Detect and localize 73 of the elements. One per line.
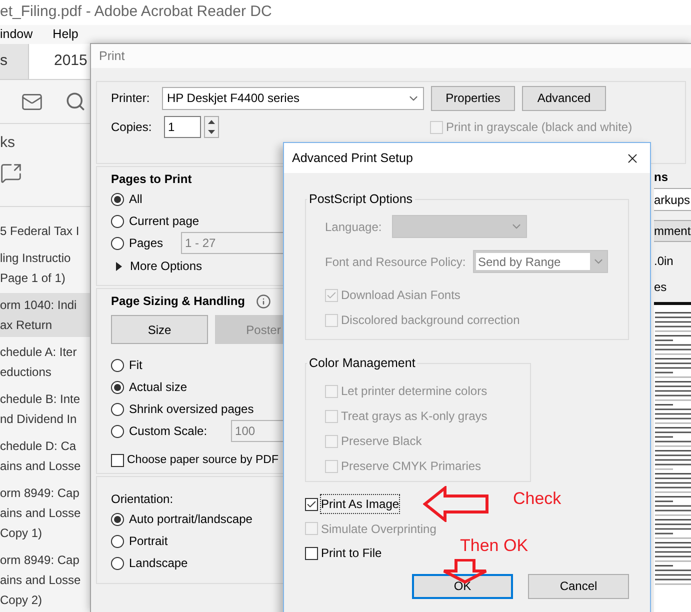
comments-button[interactable]: mment (654, 220, 691, 242)
paper-size-text: .0in (654, 253, 674, 270)
search-icon[interactable] (65, 91, 86, 112)
menu-item[interactable]: indow (0, 25, 33, 44)
radio-button[interactable] (111, 534, 124, 548)
check-icon (306, 498, 317, 510)
group-heading: Color Management (308, 355, 416, 372)
mode-button[interactable]: Size (111, 315, 208, 344)
panel-title: ks (0, 132, 15, 153)
section-heading: Pages to Print (111, 171, 192, 188)
bookmark-item[interactable]: ling Instructio Page 1 of 1) (0, 246, 90, 290)
bookmark-item[interactable]: chedule A: Iter eductions (0, 340, 90, 384)
bookmark-item[interactable]: orm 8949: Cap ains and Losse Copy 1) (0, 481, 90, 546)
bookmark-item[interactable]: 5 Federal Tax I (0, 219, 90, 244)
option-label[interactable]: Choose paper source by PDF (127, 452, 278, 470)
radio-button[interactable] (111, 512, 124, 526)
copies-label: Copies: (111, 119, 153, 136)
option-label[interactable]: Current page (129, 212, 200, 230)
field-label: Font and Resource Policy: (325, 254, 467, 271)
menu-item[interactable]: Help (52, 25, 78, 44)
caret-icon[interactable] (116, 262, 122, 270)
checkbox[interactable] (111, 454, 124, 467)
radio-button[interactable] (111, 402, 124, 416)
group-heading: PostScript Options (308, 191, 414, 208)
radio-button[interactable] (111, 358, 124, 372)
option-label[interactable]: Print to File (321, 544, 382, 562)
radio-button[interactable] (111, 214, 124, 228)
bookmark-item[interactable]: chedule D: Ca ains and Losse (0, 434, 90, 478)
dialog-button[interactable]: Properties (431, 86, 515, 110)
section-heading: Orientation: (111, 491, 174, 508)
annotation-text: Then OK (460, 535, 528, 557)
pages-count-text: es (654, 279, 668, 296)
option-label[interactable]: All (129, 190, 142, 208)
option-label[interactable]: Print As Image (321, 495, 400, 514)
info-icon[interactable] (256, 294, 271, 308)
printer-select[interactable]: HP Deskjet F4400 series (162, 86, 424, 110)
section-heading: Page Sizing & Handling (111, 293, 246, 310)
dialog-button[interactable]: Cancel (528, 574, 629, 598)
option-label[interactable]: Custom Scale: (129, 422, 208, 440)
radio-button[interactable] (111, 236, 124, 250)
copies-field[interactable]: 1 (164, 116, 201, 138)
font-policy-select[interactable]: Send by Range (473, 250, 608, 274)
annotation-text: Check (513, 488, 562, 510)
option-label[interactable]: Fit (129, 356, 142, 374)
dialog-title: Advanced Print Setup (292, 150, 413, 167)
more-options-link[interactable]: More Options (130, 257, 202, 275)
section-heading: ns (654, 169, 670, 186)
radio-button[interactable] (111, 424, 124, 438)
option-label[interactable]: Shrink oversized pages (129, 400, 254, 418)
bookmark-item[interactable]: orm 8949: Cap ains and Losse Copy 2) (0, 548, 90, 612)
printer-label: Printer: (111, 90, 151, 107)
option-label[interactable]: Landscape (129, 554, 188, 572)
radio-button[interactable] (111, 556, 124, 570)
radio-button[interactable] (111, 380, 124, 394)
option-label[interactable]: Portrait (129, 532, 168, 550)
document-tab[interactable]: s (0, 44, 29, 80)
arrow-left-drawing (423, 486, 489, 522)
dialog-button[interactable]: OK (412, 574, 513, 598)
radio-button[interactable] (111, 192, 124, 206)
window-title: et_Filing.pdf - Adobe Acrobat Reader DC (0, 2, 272, 22)
comments-select[interactable]: arkups (654, 188, 691, 211)
option-label[interactable]: Actual size (129, 378, 188, 396)
bookmark-item[interactable]: chedule B: Inte nd Dividend In (0, 387, 90, 432)
field-label: Language: (325, 218, 383, 236)
dialog-button[interactable]: Advanced (522, 86, 606, 110)
comment-icon[interactable] (0, 162, 22, 184)
check-icon (326, 290, 337, 301)
spinner[interactable] (204, 116, 219, 138)
bookmark-item[interactable]: orm 1040: Indi ax Return (0, 293, 90, 338)
option-label[interactable]: Pages (129, 234, 164, 252)
option-label[interactable]: Auto portrait/landscape (129, 510, 252, 528)
checkbox[interactable] (305, 546, 318, 560)
checkbox[interactable] (305, 498, 318, 511)
